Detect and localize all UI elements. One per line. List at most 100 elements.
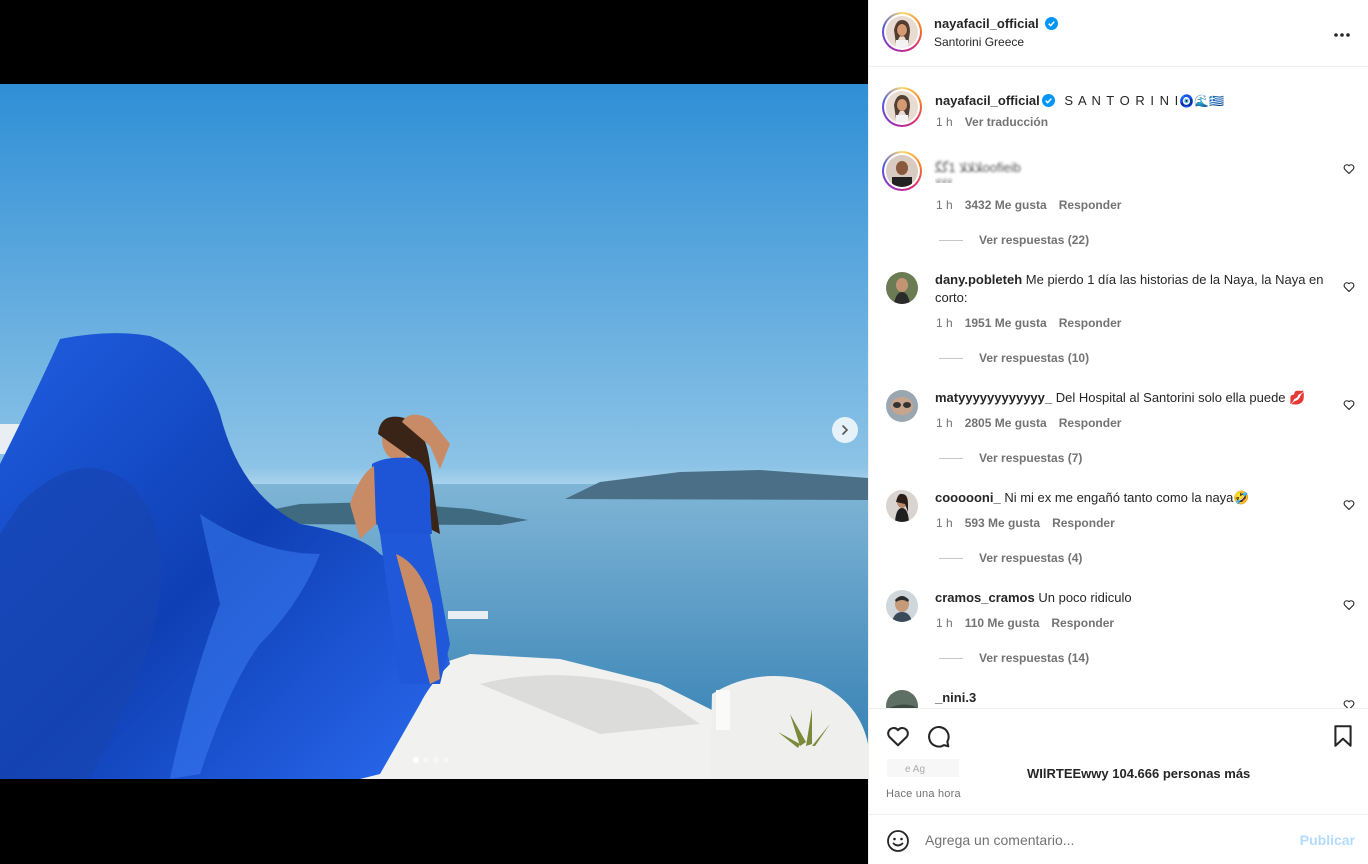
view-replies-button[interactable]: Ver respuestas (7) [939, 451, 1082, 465]
commenter-avatar[interactable] [886, 590, 918, 622]
comment-likes[interactable]: 593 Me gusta [965, 516, 1040, 530]
commenter-avatar[interactable] [886, 272, 918, 304]
comment-time[interactable]: 1 h [936, 416, 953, 430]
avatar-image [886, 390, 918, 422]
replies-divider [939, 457, 963, 459]
caption-body: S A N T O R I N I [1064, 93, 1180, 108]
verified-badge-icon [1045, 17, 1059, 30]
commenter-username[interactable]: _nini.3 [935, 690, 976, 705]
comment-likes[interactable]: 3432 Me gusta [965, 198, 1047, 212]
comment-item: matyyyyyyyyyyyy_ Del Hospital al Santori… [869, 385, 1368, 485]
liker-names[interactable]: WIlRTEEwwy [1027, 766, 1109, 781]
comment-composer: Publicar [869, 816, 1368, 864]
commenter-username[interactable]: cramos_cramos [935, 590, 1035, 605]
post-location[interactable]: Santorini Greece [934, 35, 1024, 49]
author-avatar[interactable] [882, 12, 922, 52]
commenter-username[interactable]: matyyyyyyyyyyyy_ [935, 390, 1052, 405]
avatar-image [886, 690, 918, 708]
view-replies-label: Ver respuestas (7) [979, 451, 1083, 465]
post-side-panel: nayafacil_official Santorini Greece naya… [868, 0, 1368, 864]
carousel-dot [413, 757, 419, 763]
more-options-button[interactable] [1333, 22, 1351, 42]
commenter-username[interactable]: dany.pobleteh [935, 272, 1022, 287]
comment-text: Ni mi ex me engañó tanto como la naya🤣 [1004, 490, 1250, 505]
like-comment-icon[interactable] [1343, 499, 1355, 511]
caption-emojis: 🧿🌊🇬🇷 [1179, 94, 1225, 108]
comment-time[interactable]: 1 h [936, 616, 953, 630]
commenter-avatar[interactable] [886, 390, 918, 422]
comment-time[interactable]: 1 h [936, 198, 953, 212]
likes-count[interactable]: 104.666 personas más [1112, 766, 1250, 781]
post-actions: e Ag WIlRTEEwwy 104.666 personas más Hac… [869, 708, 1368, 815]
heart-icon[interactable] [885, 723, 911, 749]
comment-likes[interactable]: 2805 Me gusta [965, 416, 1047, 430]
svg-text:e Ag: e Ag [905, 764, 925, 775]
view-replies-button[interactable]: Ver respuestas (4) [939, 551, 1082, 565]
avatar-image [886, 490, 918, 522]
more-options-icon [1334, 33, 1350, 37]
comment-time[interactable]: 1 h [936, 316, 953, 330]
like-comment-icon[interactable] [1343, 281, 1355, 293]
like-comment-icon[interactable] [1343, 599, 1355, 611]
commenter-avatar[interactable] [886, 490, 918, 522]
comment-likes[interactable]: 1951 Me gusta [965, 316, 1047, 330]
replies-divider [939, 239, 963, 241]
comment-text-tail: ﻻﻻﻻ [935, 175, 952, 183]
comment-item: dany.pobleteh Me pierdo 1 día las histor… [869, 267, 1368, 377]
view-replies-button[interactable]: Ver respuestas (14) [939, 651, 1089, 665]
post-photo[interactable] [0, 84, 868, 779]
comment-likes[interactable]: 110 Me gusta [965, 616, 1040, 630]
comment-item: _nini.3 [869, 685, 1368, 708]
view-replies-button[interactable]: Ver respuestas (10) [939, 351, 1089, 365]
avatar-image [886, 272, 918, 304]
comment-icon[interactable] [925, 723, 951, 749]
caption-time[interactable]: 1 h [936, 115, 953, 129]
comment-text: Un poco ridiculo [1038, 590, 1132, 605]
santorini-photo [0, 84, 868, 779]
caption-text: nayafacil_official S A N T O R I N I🧿🌊🇬🇷 [935, 92, 1335, 110]
post-time[interactable]: Hace una hora [886, 788, 961, 800]
chevron-right-icon [842, 425, 849, 435]
comment-item: ﻼﻼﻼ 1ﮔﮕoofieib ﻻﻻﻻ 1 h 3432 Me gusta Res… [869, 149, 1368, 259]
likes-summary[interactable]: WIlRTEEwwy 104.666 personas más [1027, 766, 1250, 781]
replies-divider [939, 657, 963, 659]
view-replies-label: Ver respuestas (22) [979, 233, 1090, 247]
next-image-button[interactable] [832, 417, 858, 443]
reply-button[interactable]: Responder [1059, 198, 1122, 212]
reply-button[interactable]: Responder [1052, 516, 1115, 530]
post-media [0, 0, 868, 864]
avatar-image [886, 91, 918, 123]
translate-button[interactable]: Ver traducción [965, 115, 1048, 129]
carousel-dot [433, 757, 439, 763]
reply-button[interactable]: Responder [1059, 316, 1122, 330]
comments-list[interactable]: nayafacil_official S A N T O R I N I🧿🌊🇬🇷… [869, 67, 1368, 708]
liker-avatars: e Ag [887, 759, 959, 777]
reply-button[interactable]: Responder [1051, 616, 1114, 630]
comment-item: cramos_cramos Un poco ridiculo 1 h 110 M… [869, 585, 1368, 685]
view-replies-button[interactable]: Ver respuestas (22) [939, 233, 1089, 247]
emoji-icon[interactable] [886, 829, 910, 853]
comment-input[interactable] [925, 828, 1285, 852]
carousel-dot [423, 757, 429, 763]
caption: nayafacil_official S A N T O R I N I🧿🌊🇬🇷… [869, 85, 1368, 155]
post-header: nayafacil_official Santorini Greece [869, 0, 1368, 67]
replies-divider [939, 557, 963, 559]
reply-button[interactable]: Responder [1059, 416, 1122, 430]
author-avatar[interactable] [882, 87, 922, 127]
verified-badge-icon [1041, 94, 1055, 107]
bookmark-icon[interactable] [1330, 723, 1356, 749]
author-username[interactable]: nayafacil_official [934, 16, 1039, 31]
comment-time[interactable]: 1 h [936, 516, 953, 530]
commenter-avatar[interactable] [882, 151, 922, 191]
commenter-username[interactable]: coooooni_ [935, 490, 1001, 505]
like-comment-icon[interactable] [1343, 699, 1355, 708]
like-comment-icon[interactable] [1343, 163, 1355, 175]
carousel-indicators [413, 757, 449, 763]
publish-button[interactable]: Publicar [1300, 832, 1355, 848]
view-replies-label: Ver respuestas (14) [979, 651, 1090, 665]
replies-divider [939, 357, 963, 359]
like-comment-icon[interactable] [1343, 399, 1355, 411]
commenter-avatar[interactable] [886, 690, 918, 708]
view-replies-label: Ver respuestas (10) [979, 351, 1090, 365]
caption-username[interactable]: nayafacil_official [935, 93, 1040, 108]
